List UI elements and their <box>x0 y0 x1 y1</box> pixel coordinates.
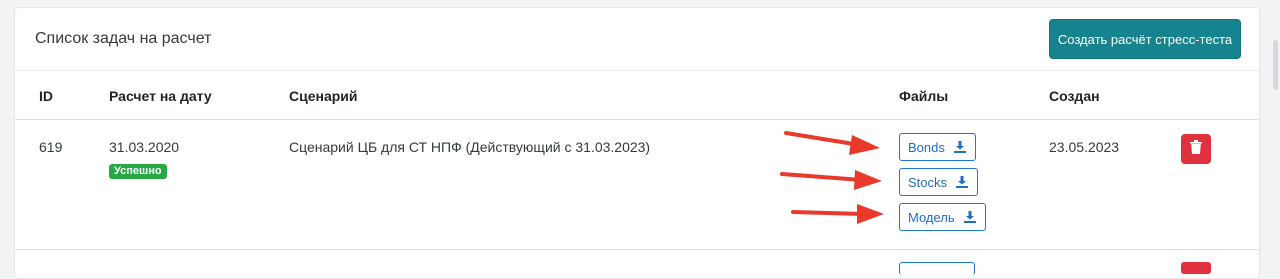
annotation-arrow-stocks <box>780 170 882 190</box>
annotation-arrow-bonds <box>784 131 880 155</box>
annotation-arrows <box>780 131 884 224</box>
scrollbar-thumb[interactable] <box>1273 40 1278 90</box>
next-row-file-button-partial[interactable] <box>899 262 975 275</box>
annotation-arrow-model <box>791 204 884 224</box>
next-row-delete-button-partial[interactable] <box>1181 262 1211 274</box>
